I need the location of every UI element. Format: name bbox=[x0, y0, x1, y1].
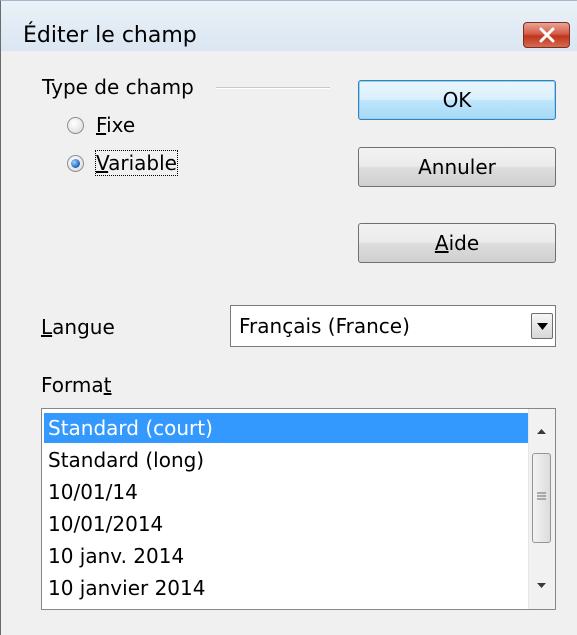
title-bar[interactable]: Éditer le champ bbox=[1, 1, 577, 51]
dialog-content: Type de champ Fixe Variable OK Annuler A… bbox=[1, 51, 577, 635]
radio-fixe[interactable]: Fixe bbox=[67, 112, 135, 138]
format-scrollbar[interactable] bbox=[528, 409, 555, 609]
format-list-item[interactable]: 10/01/2014 bbox=[44, 509, 529, 539]
format-list-item[interactable]: Standard (court) bbox=[44, 413, 529, 443]
scroll-up-icon bbox=[537, 429, 546, 434]
radio-fixe-label[interactable]: Fixe bbox=[96, 113, 135, 137]
radio-fixe-indicator[interactable] bbox=[67, 116, 84, 134]
format-list-item[interactable]: 10/01/14 bbox=[44, 477, 529, 507]
language-dropdown-button[interactable] bbox=[531, 313, 553, 339]
help-button[interactable]: Aide bbox=[358, 223, 556, 263]
language-select[interactable]: Français (France) bbox=[230, 305, 556, 347]
grip-icon bbox=[537, 492, 546, 500]
field-type-group-label: Type de champ bbox=[42, 75, 194, 99]
format-list-item[interactable]: 10 janvier 2014 bbox=[44, 573, 529, 603]
cancel-button[interactable]: Annuler bbox=[358, 147, 556, 187]
format-list-item[interactable]: 10 janv. 2014 bbox=[44, 541, 529, 571]
close-button[interactable] bbox=[523, 22, 570, 48]
group-separator bbox=[216, 87, 330, 89]
scroll-up-button[interactable] bbox=[529, 419, 555, 445]
scroll-thumb[interactable] bbox=[532, 453, 551, 543]
radio-variable[interactable]: Variable bbox=[67, 150, 178, 176]
language-label: Langue bbox=[41, 315, 115, 339]
dialog-title: Éditer le champ bbox=[23, 23, 197, 48]
scroll-down-button[interactable] bbox=[529, 573, 555, 599]
format-list-item[interactable]: Standard (long) bbox=[44, 445, 529, 475]
chevron-down-icon bbox=[537, 323, 548, 330]
format-label: Format bbox=[41, 373, 112, 397]
format-listbox[interactable]: Standard (court) Standard (long) 10/01/14 1… bbox=[41, 408, 556, 610]
ok-button[interactable]: OK bbox=[358, 80, 556, 120]
radio-variable-indicator[interactable] bbox=[67, 154, 84, 172]
dialog-window: Éditer le champ Type de champ Fixe Varia… bbox=[0, 0, 577, 635]
close-icon bbox=[539, 27, 555, 43]
radio-variable-label[interactable]: Variable bbox=[95, 150, 178, 176]
language-select-value: Français (France) bbox=[239, 314, 410, 338]
scroll-down-icon bbox=[537, 583, 546, 588]
